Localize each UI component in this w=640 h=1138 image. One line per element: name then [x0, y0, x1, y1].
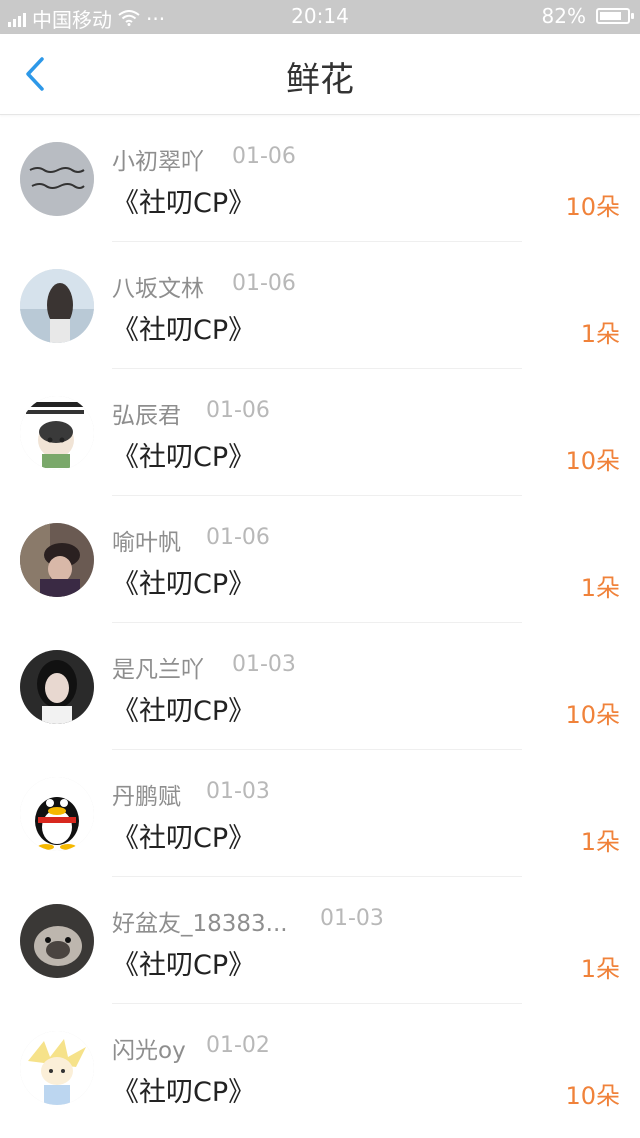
- flower-count: 10朵: [565, 1082, 620, 1110]
- avatar[interactable]: [20, 142, 94, 216]
- status-right: 82%: [541, 4, 634, 28]
- user-name: 是凡兰吖: [112, 657, 204, 683]
- user-name: 小初翠吖: [112, 149, 204, 175]
- avatar[interactable]: [20, 650, 94, 724]
- battery-icon: [596, 8, 634, 24]
- work-title: 《社叨CP》: [112, 315, 256, 346]
- list-item[interactable]: 喻叶帆 01-06 《社叨CP》 1朵: [0, 496, 640, 623]
- list-item[interactable]: 闪光oy 01-02 《社叨CP》 10朵: [0, 1004, 640, 1131]
- list-item[interactable]: 八坂文林 01-06 《社叨CP》 1朵: [0, 242, 640, 369]
- nav-bar: 鲜花: [0, 34, 640, 115]
- work-title: 《社叨CP》: [112, 442, 256, 473]
- work-title: 《社叨CP》: [112, 696, 256, 727]
- page-title: 鲜花: [286, 60, 354, 100]
- flower-count: 1朵: [580, 828, 620, 856]
- work-title: 《社叨CP》: [112, 569, 256, 600]
- user-name: 闪光oy: [112, 1038, 186, 1064]
- user-name: 喻叶帆: [112, 530, 181, 556]
- flower-count: 1朵: [580, 320, 620, 348]
- flower-count: 10朵: [565, 701, 620, 729]
- list-item[interactable]: 是凡兰吖 01-03 《社叨CP》 10朵: [0, 623, 640, 750]
- list-item[interactable]: 好盆友_18383... 01-03 《社叨CP》 1朵: [0, 877, 640, 1004]
- user-name: 弘辰君: [112, 403, 181, 429]
- gift-date: 01-06: [206, 525, 270, 550]
- flower-count: 10朵: [565, 447, 620, 475]
- work-title: 《社叨CP》: [112, 1077, 256, 1108]
- avatar[interactable]: [20, 523, 94, 597]
- avatar[interactable]: [20, 904, 94, 978]
- gift-date: 01-03: [232, 652, 296, 677]
- user-name: 丹鹏赋: [112, 784, 181, 810]
- flower-count: 1朵: [580, 574, 620, 602]
- list-item[interactable]: 丹鹏赋 01-03 《社叨CP》 1朵: [0, 750, 640, 877]
- work-title: 《社叨CP》: [112, 188, 256, 219]
- gift-date: 01-06: [206, 398, 270, 423]
- flower-count: 1朵: [580, 955, 620, 983]
- gift-date: 01-03: [320, 906, 384, 931]
- avatar[interactable]: [20, 1031, 94, 1105]
- list-item[interactable]: 弘辰君 01-06 《社叨CP》 10朵: [0, 369, 640, 496]
- avatar[interactable]: [20, 269, 94, 343]
- status-bar: 中国移动 ··· 20:14 82%: [0, 0, 640, 34]
- flower-gift-list: 小初翠吖 01-06 《社叨CP》 10朵 八坂文林 01-06 《社叨CP》 …: [0, 115, 640, 1131]
- gift-date: 01-03: [206, 779, 270, 804]
- avatar[interactable]: [20, 777, 94, 851]
- avatar[interactable]: [20, 396, 94, 470]
- list-item[interactable]: 小初翠吖 01-06 《社叨CP》 10朵: [0, 115, 640, 242]
- gift-date: 01-02: [206, 1033, 270, 1058]
- work-title: 《社叨CP》: [112, 823, 256, 854]
- gift-date: 01-06: [232, 271, 296, 296]
- user-name: 八坂文林: [112, 276, 204, 302]
- work-title: 《社叨CP》: [112, 950, 256, 981]
- user-name: 好盆友_18383...: [112, 911, 288, 937]
- flower-count: 10朵: [565, 193, 620, 221]
- battery-percent: 82%: [541, 4, 586, 28]
- gift-date: 01-06: [232, 144, 296, 169]
